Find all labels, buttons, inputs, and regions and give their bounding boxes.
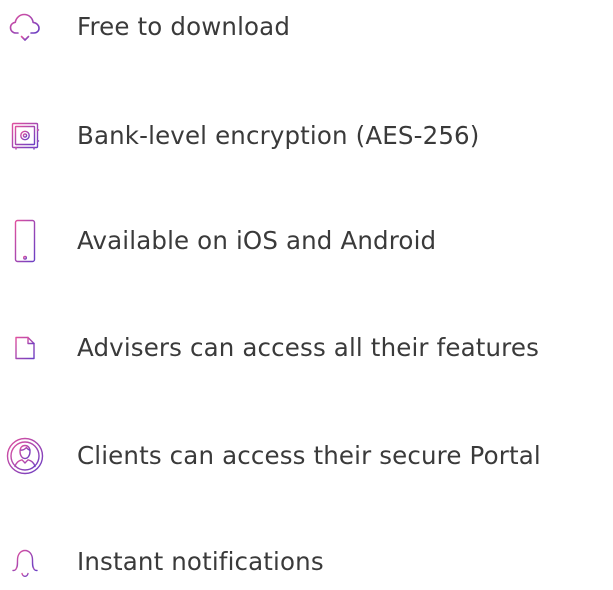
- user-circle-icon: [2, 428, 48, 484]
- feature-label: Bank-level encryption (AES-256): [77, 121, 480, 150]
- feature-label: Free to download: [77, 12, 291, 41]
- smartphone-icon: [2, 213, 48, 269]
- bell-icon: [2, 534, 48, 590]
- feature-list: Free to download Bank-level encryption (…: [0, 0, 613, 579]
- feature-item-free-download: Free to download: [0, 0, 613, 55]
- feature-label: Available on iOS and Android: [77, 226, 437, 255]
- feature-label: Clients can access their secure Portal: [77, 441, 541, 470]
- feature-item-platforms: Available on iOS and Android: [0, 213, 613, 269]
- feature-item-advisers: Advisers can access all their features: [0, 320, 613, 376]
- document-icon: [2, 320, 48, 376]
- cloud-download-icon: [2, 0, 48, 55]
- feature-item-encryption: Bank-level encryption (AES-256): [0, 108, 613, 164]
- feature-item-clients: Clients can access their secure Portal: [0, 428, 613, 484]
- safe-icon: [2, 108, 48, 164]
- feature-item-notifications: Instant notifications: [0, 534, 613, 590]
- feature-label: Instant notifications: [77, 547, 324, 576]
- feature-label: Advisers can access all their features: [77, 333, 540, 362]
